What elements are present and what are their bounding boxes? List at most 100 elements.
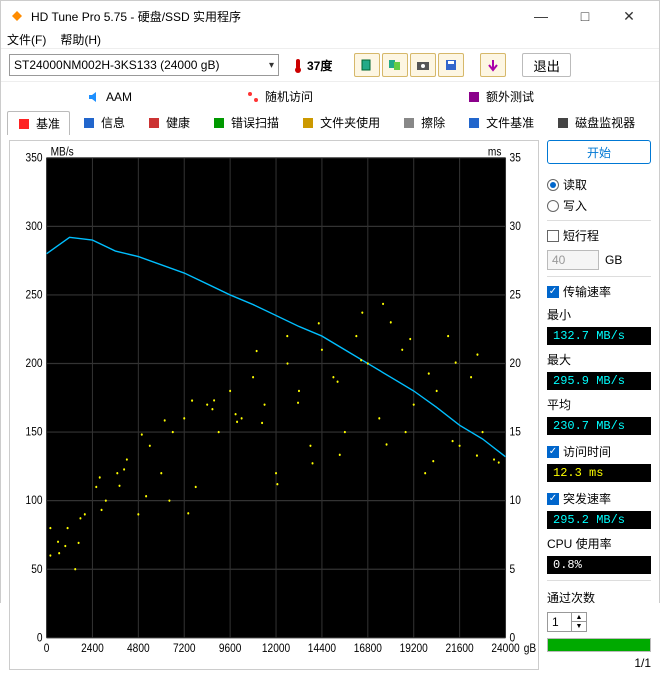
main-panel: 0501001502002503003500510152025303502400… <box>1 134 659 678</box>
svg-text:0: 0 <box>44 642 50 655</box>
chevron-down-icon: ▾ <box>269 60 274 71</box>
svg-text:20: 20 <box>510 357 521 370</box>
progress-bar <box>547 638 651 652</box>
tab-random[interactable]: 随机访问 <box>236 84 323 108</box>
label-max: 最大 <box>547 351 651 368</box>
stat-access: 12.3 ms <box>547 464 651 482</box>
tab-icon <box>82 116 96 130</box>
stat-avg: 230.7 MB/s <box>547 417 651 435</box>
svg-text:10: 10 <box>510 495 521 508</box>
menubar: 文件(F) 帮助(H) <box>1 31 659 48</box>
minimize-button[interactable]: — <box>519 1 563 31</box>
tab-icon <box>147 116 161 130</box>
options-button[interactable] <box>480 53 506 77</box>
window-title: HD Tune Pro 5.75 - 硬盘/SSD 实用程序 <box>31 8 519 25</box>
save-button[interactable] <box>438 53 464 77</box>
drive-select-value: ST24000NM002H-3KS133 (24000 gB) <box>14 58 219 72</box>
tab-monitor[interactable]: 磁盘监视器 <box>546 110 645 134</box>
svg-text:24000: 24000 <box>491 642 519 655</box>
checkbox-icon: ✓ <box>547 493 559 505</box>
tab-icon <box>467 116 481 130</box>
svg-text:150: 150 <box>26 426 43 439</box>
tab-icon <box>301 116 315 130</box>
label-passes: 通过次数 <box>547 589 651 606</box>
svg-text:16800: 16800 <box>354 642 382 655</box>
tab-info[interactable]: 信息 <box>72 110 135 134</box>
svg-text:300: 300 <box>26 220 43 233</box>
svg-text:gB: gB <box>524 642 536 655</box>
svg-text:9600: 9600 <box>219 642 242 655</box>
label-avg: 平均 <box>547 396 651 413</box>
label-min: 最小 <box>547 306 651 323</box>
svg-text:250: 250 <box>26 289 43 302</box>
tab-aam[interactable]: AAM <box>77 84 142 108</box>
tab-benchmark[interactable]: 基准 <box>7 111 70 135</box>
close-button[interactable]: ✕ <box>607 1 651 31</box>
check-short-stroke[interactable]: 短行程 <box>547 227 651 244</box>
random-icon <box>246 90 260 104</box>
toolbar: ST24000NM002H-3KS133 (24000 gB) ▾ 37度 退出 <box>1 48 659 82</box>
exit-button[interactable]: 退出 <box>522 53 571 77</box>
check-burst-rate[interactable]: ✓突发速率 <box>547 490 651 507</box>
tab-error[interactable]: 错误扫描 <box>202 110 289 134</box>
svg-text:MB/s: MB/s <box>51 146 75 159</box>
svg-text:350: 350 <box>26 152 43 165</box>
checkbox-icon: ✓ <box>547 446 559 458</box>
tab-folder[interactable]: 文件夹使用 <box>291 110 390 134</box>
stat-burst: 295.2 MB/s <box>547 511 651 529</box>
menu-file[interactable]: 文件(F) <box>7 31 46 48</box>
start-button[interactable]: 开始 <box>547 140 651 164</box>
stat-min: 132.7 MB/s <box>547 327 651 345</box>
radio-read[interactable]: 读取 <box>547 176 651 193</box>
svg-text:7200: 7200 <box>173 642 196 655</box>
speaker-icon <box>87 90 101 104</box>
chevron-down-icon[interactable]: ▼ <box>572 622 586 631</box>
svg-text:21600: 21600 <box>445 642 473 655</box>
check-transfer-rate[interactable]: ✓传输速率 <box>547 283 651 300</box>
tabs-row-1: AAM 随机访问 额外测试 <box>1 82 659 108</box>
chevron-up-icon[interactable]: ▲ <box>572 613 586 622</box>
stat-cpu: 0.8% <box>547 556 651 574</box>
app-window: HD Tune Pro 5.75 - 硬盘/SSD 实用程序 — □ ✕ 文件(… <box>0 0 660 603</box>
svg-text:4800: 4800 <box>127 642 150 655</box>
check-access-time[interactable]: ✓访问时间 <box>547 443 651 460</box>
copy-info-button[interactable] <box>354 53 380 77</box>
copy-screenshot-button[interactable] <box>382 53 408 77</box>
tab-filebench[interactable]: 文件基准 <box>457 110 544 134</box>
temperature-value: 37度 <box>307 57 332 74</box>
svg-text:35: 35 <box>510 152 521 165</box>
tab-extra[interactable]: 额外测试 <box>457 84 544 108</box>
svg-text:ms: ms <box>488 146 502 159</box>
tab-icon <box>556 116 570 130</box>
passes-spinner[interactable]: 1 ▲▼ <box>547 612 587 632</box>
menu-help[interactable]: 帮助(H) <box>60 31 101 48</box>
tabs-row-2: 基准信息健康错误扫描文件夹使用擦除文件基准磁盘监视器 <box>1 108 659 134</box>
svg-text:5: 5 <box>510 563 516 576</box>
tab-icon <box>212 116 226 130</box>
svg-text:100: 100 <box>26 495 43 508</box>
svg-text:19200: 19200 <box>400 642 428 655</box>
titlebar: HD Tune Pro 5.75 - 硬盘/SSD 实用程序 — □ ✕ <box>1 1 659 31</box>
tab-erase[interactable]: 擦除 <box>392 110 455 134</box>
checkbox-icon: ✓ <box>547 286 559 298</box>
svg-text:25: 25 <box>510 289 521 302</box>
checkbox-icon <box>547 230 559 242</box>
tab-health[interactable]: 健康 <box>137 110 200 134</box>
pass-counter: 1/1 <box>547 656 651 670</box>
tab-icon <box>17 117 31 131</box>
radio-write[interactable]: 写入 <box>547 197 651 214</box>
short-stroke-size: 40 <box>547 250 599 270</box>
app-icon <box>9 8 25 24</box>
svg-text:15: 15 <box>510 426 521 439</box>
radio-icon <box>547 179 559 191</box>
svg-text:50: 50 <box>31 563 42 576</box>
radio-icon <box>547 200 559 212</box>
snapshot-button[interactable] <box>410 53 436 77</box>
benchmark-chart: 0501001502002503003500510152025303502400… <box>9 140 539 670</box>
sidebar: 开始 读取 写入 短行程 40 GB ✓传输速率 最小 132.7 MB/s 最… <box>547 140 651 670</box>
svg-text:14400: 14400 <box>308 642 336 655</box>
stat-max: 295.9 MB/s <box>547 372 651 390</box>
drive-select[interactable]: ST24000NM002H-3KS133 (24000 gB) ▾ <box>9 54 279 76</box>
maximize-button[interactable]: □ <box>563 1 607 31</box>
label-cpu: CPU 使用率 <box>547 535 651 552</box>
